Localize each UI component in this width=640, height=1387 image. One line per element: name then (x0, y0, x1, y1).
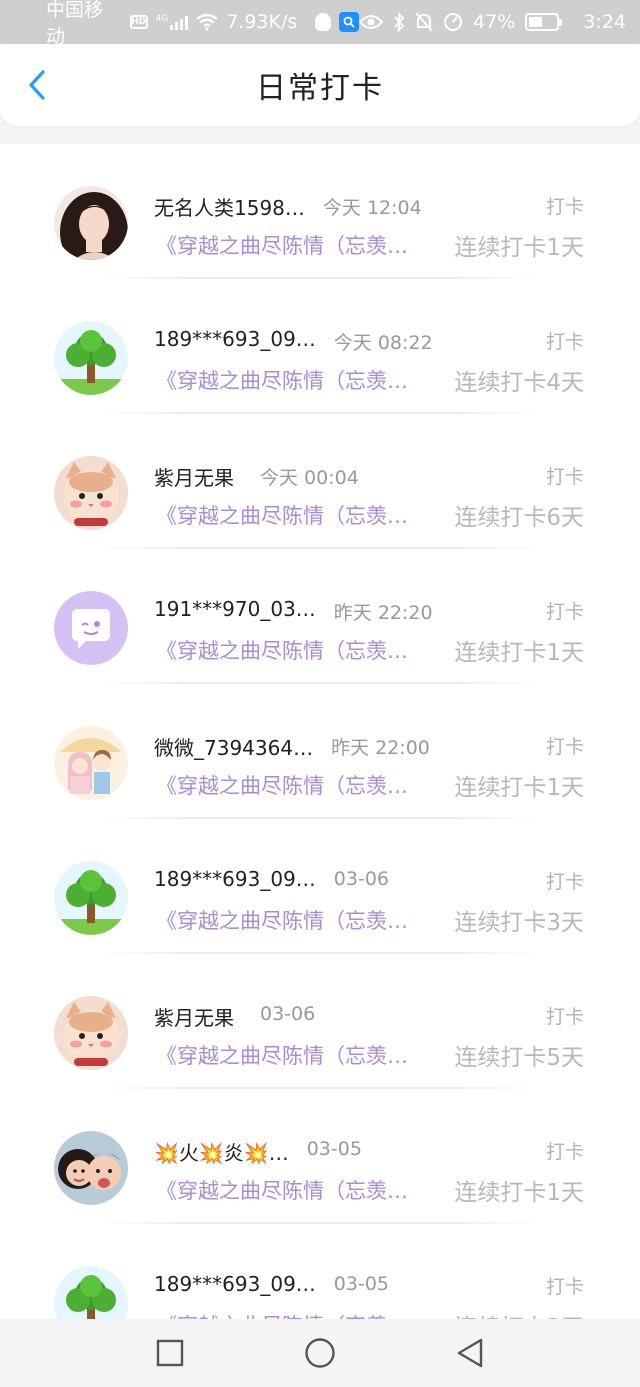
book-title[interactable]: 《穿越之曲尽陈情（忘羡… (156, 1040, 408, 1070)
wifi-icon (196, 13, 218, 31)
user-name: 无名人类1598… (154, 196, 305, 220)
book-title[interactable]: 《穿越之曲尽陈情（忘羡… (156, 365, 408, 395)
user-name: 微微_7394364… (154, 736, 314, 760)
checkin-time: 03-05 (306, 1138, 362, 1160)
network-type-label: 4G (155, 14, 169, 24)
qq-notification-icon (315, 13, 332, 31)
book-title[interactable]: 《穿越之曲尽陈情（忘羡… (156, 1175, 408, 1205)
triangle-back-icon (457, 1338, 483, 1368)
checkin-time: 03-06 (333, 868, 390, 890)
tree-avatar[interactable] (54, 321, 128, 395)
checkin-type: 打卡 (545, 601, 584, 623)
anime-couple-avatar[interactable] (54, 726, 128, 800)
checkin-row[interactable]: 无名人类1598… 今天 12:04 打卡 《穿越之曲尽陈情（忘羡… 连续打卡1… (0, 144, 640, 279)
checkin-time: 今天 00:04 (260, 467, 359, 489)
checkin-time: 昨天 22:00 (331, 737, 430, 759)
checkin-row[interactable]: 紫月无果 03-06 打卡 《穿越之曲尽陈情（忘羡… 连续打卡5天 (0, 954, 640, 1089)
book-title[interactable]: 《穿越之曲尽陈情（忘羡… (156, 770, 408, 800)
streak-count: 连续打卡1天 (454, 640, 584, 666)
back-system-button[interactable] (450, 1333, 490, 1373)
app-header: 日常打卡 (0, 44, 640, 126)
checkin-type: 打卡 (545, 1141, 584, 1163)
checkin-type: 打卡 (545, 736, 584, 758)
streak-count: 连续打卡3天 (454, 910, 584, 936)
speedometer-icon (444, 13, 463, 31)
checkin-row[interactable]: 紫月无果 今天 00:04 打卡 《穿越之曲尽陈情（忘羡… 连续打卡6天 (0, 414, 640, 549)
streak-count: 连续打卡4天 (454, 370, 584, 396)
checkin-type: 打卡 (545, 331, 584, 353)
cellular-signal-icon: 4G (156, 14, 189, 30)
eye-icon (359, 15, 384, 29)
search-app-icon (339, 12, 360, 32)
battery-icon (525, 13, 563, 31)
user-name: 紫月无果 (154, 466, 234, 490)
checkin-time: 今天 08:22 (333, 332, 433, 354)
kids-avatar[interactable] (54, 1131, 128, 1205)
recents-button[interactable] (150, 1333, 190, 1373)
user-name: 紫月无果 (154, 1006, 234, 1030)
square-icon (156, 1339, 184, 1367)
checkin-time: 昨天 22:20 (333, 602, 433, 624)
user-name: 189***693_09… (154, 867, 316, 891)
bluetooth-icon (394, 12, 405, 32)
checkin-type: 打卡 (545, 1276, 584, 1298)
hd-badge: HD (129, 15, 148, 29)
carrier-label: 中国移动 (46, 0, 104, 48)
checkin-type: 打卡 (545, 871, 584, 893)
page-title: 日常打卡 (256, 71, 384, 106)
user-name: 💥火💥炎💥… (154, 1141, 289, 1165)
checkin-row[interactable]: 191***970_03… 昨天 22:20 打卡 《穿越之曲尽陈情（忘羡… 连… (0, 549, 640, 684)
checkin-type: 打卡 (545, 466, 584, 488)
back-button[interactable] (20, 68, 54, 102)
checkin-time: 03-06 (260, 1003, 316, 1025)
tree-avatar[interactable] (54, 1266, 128, 1319)
cat-avatar[interactable] (54, 996, 128, 1070)
streak-count: 连续打卡1天 (454, 775, 584, 801)
default-avatar[interactable] (54, 591, 128, 665)
status-bar: 中国移动 HD 4G 7.93K/s 47% 3:24 (0, 0, 640, 48)
book-title[interactable]: 《穿越之曲尽陈情（忘羡… (156, 1310, 408, 1319)
checkin-list[interactable]: 无名人类1598… 今天 12:04 打卡 《穿越之曲尽陈情（忘羡… 连续打卡1… (0, 144, 640, 1319)
checkin-row[interactable]: 189***693_09… 03-05 打卡 《穿越之曲尽陈情（忘羡… 连续打卡… (0, 1224, 640, 1319)
book-title[interactable]: 《穿越之曲尽陈情（忘羡… (156, 230, 408, 260)
streak-count: 连续打卡6天 (454, 505, 584, 531)
checkin-type: 打卡 (545, 1006, 584, 1028)
battery-percent: 47% (473, 11, 516, 33)
checkin-row[interactable]: 微微_7394364… 昨天 22:00 打卡 《穿越之曲尽陈情（忘羡… 连续打… (0, 684, 640, 819)
circle-icon (305, 1338, 335, 1368)
tree-avatar[interactable] (54, 861, 128, 935)
book-title[interactable]: 《穿越之曲尽陈情（忘羡… (156, 500, 408, 530)
cat-avatar[interactable] (54, 456, 128, 530)
checkin-row[interactable]: 189***693_09… 今天 08:22 打卡 《穿越之曲尽陈情（忘羡… 连… (0, 279, 640, 414)
clock: 3:24 (583, 11, 626, 33)
checkin-row[interactable]: 💥火💥炎💥… 03-05 打卡 《穿越之曲尽陈情（忘羡… 连续打卡1天 (0, 1089, 640, 1224)
streak-count: 连续打卡5天 (454, 1045, 584, 1071)
book-title[interactable]: 《穿越之曲尽陈情（忘羡… (156, 905, 408, 935)
woman-avatar[interactable] (54, 186, 128, 260)
user-name: 189***693_09… (154, 1272, 316, 1296)
user-name: 191***970_03… (154, 597, 316, 621)
chevron-left-icon (29, 70, 45, 100)
mute-bell-icon (415, 12, 433, 32)
checkin-type: 打卡 (545, 196, 584, 218)
streak-count: 连续打卡1天 (454, 1180, 584, 1206)
book-title[interactable]: 《穿越之曲尽陈情（忘羡… (156, 635, 408, 665)
checkin-time: 今天 12:04 (322, 197, 422, 219)
user-name: 189***693_09… (154, 327, 316, 351)
home-button[interactable] (300, 1333, 340, 1373)
streak-count: 连续打卡1天 (454, 235, 584, 261)
checkin-time: 03-05 (333, 1273, 390, 1295)
streak-count: 连续打卡3天 (454, 1308, 584, 1319)
system-nav-bar (0, 1319, 640, 1387)
network-speed: 7.93K/s (226, 11, 298, 33)
checkin-row[interactable]: 189***693_09… 03-06 打卡 《穿越之曲尽陈情（忘羡… 连续打卡… (0, 819, 640, 954)
